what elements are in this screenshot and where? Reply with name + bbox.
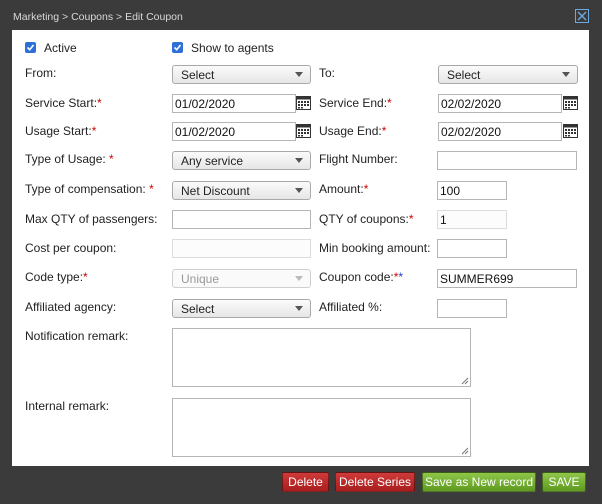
aff-agency-label: Affiliated agency: [25,300,117,314]
resize-grip-icon[interactable] [461,447,469,455]
notification-textarea[interactable] [172,328,471,387]
service-end-label: Service End:* [319,96,392,110]
cost-label: Cost per coupon: [25,241,117,255]
notification-label: Notification remark: [25,329,129,343]
cost-input[interactable] [172,239,311,258]
aff-pct-input[interactable] [437,299,507,318]
resize-grip-icon[interactable] [461,377,469,385]
to-select[interactable]: Select [438,65,578,84]
usage-start-label: Usage Start:* [25,124,97,138]
window-titlebar: Marketing > Coupons > Edit Coupon [0,0,602,30]
flight-number-input[interactable] [437,151,577,170]
delete-series-button[interactable]: Delete Series [335,472,415,492]
type-comp-select-value: Net Discount [181,184,250,198]
calendar-icon[interactable] [563,124,578,138]
checkmark-icon [26,44,35,51]
edit-coupon-form: Active Show to agents From: Select To: S… [12,30,589,466]
coupon-code-label: Coupon code:** [319,270,404,284]
show-agents-label: Show to agents [191,41,274,55]
show-agents-checkbox[interactable] [172,42,183,53]
max-qty-input[interactable] [172,210,311,229]
min-booking-input[interactable] [437,239,507,258]
flight-number-label: Flight Number: [319,152,398,166]
close-button[interactable] [575,9,589,23]
max-qty-label: Max QTY of passengers: [25,212,158,226]
from-label: From: [25,66,57,80]
coupon-code-input[interactable]: SUMMER699 [437,269,577,288]
usage-end-input[interactable]: 02/02/2020 [438,122,562,141]
amount-input[interactable]: 100 [437,181,507,200]
chevron-down-icon [295,72,303,77]
chevron-down-icon [295,158,303,163]
qty-coupons-input[interactable]: 1 [437,210,507,229]
close-icon [577,11,587,21]
checkmark-icon [173,44,182,51]
active-checkbox[interactable] [25,42,36,53]
type-usage-label: Type of Usage: * [25,152,114,166]
from-select[interactable]: Select [172,65,311,84]
internal-label: Internal remark: [25,399,110,413]
from-select-value: Select [181,68,215,82]
qty-coupons-label: QTY of coupons:* [319,212,414,226]
code-type-select-value: Unique [181,272,220,286]
chevron-down-icon [562,72,570,77]
to-label: To: [319,66,336,80]
to-select-value: Select [447,68,481,82]
save-button[interactable]: SAVE [542,472,586,492]
chevron-down-icon [295,276,303,281]
calendar-icon[interactable] [563,96,578,110]
code-type-label: Code type:* [25,270,88,284]
breadcrumb: Marketing > Coupons > Edit Coupon [13,11,183,23]
type-usage-select-value: Any service [181,154,244,168]
service-start-label: Service Start:* [25,96,102,110]
type-usage-select[interactable]: Any service [172,151,311,170]
chevron-down-icon [295,306,303,311]
code-type-select[interactable]: Unique [172,269,311,288]
delete-button[interactable]: Delete [282,472,329,492]
aff-agency-select-value: Select [181,302,215,316]
calendar-icon[interactable] [296,124,311,138]
usage-end-label: Usage End:* [319,124,387,138]
aff-agency-select[interactable]: Select [172,299,311,318]
min-booking-label: Min booking amount: [319,241,431,255]
service-start-input[interactable]: 01/02/2020 [172,94,296,113]
service-end-input[interactable]: 02/02/2020 [438,94,562,113]
active-label: Active [44,41,77,55]
amount-label: Amount:* [319,182,369,196]
type-comp-label: Type of compensation: * [25,182,154,196]
chevron-down-icon [295,188,303,193]
save-as-new-button[interactable]: Save as New record [422,472,536,492]
usage-start-input[interactable]: 01/02/2020 [172,122,296,141]
calendar-icon[interactable] [296,96,311,110]
aff-pct-label: Affiliated %: [319,300,383,314]
type-comp-select[interactable]: Net Discount [172,181,311,200]
internal-textarea[interactable] [172,398,471,457]
